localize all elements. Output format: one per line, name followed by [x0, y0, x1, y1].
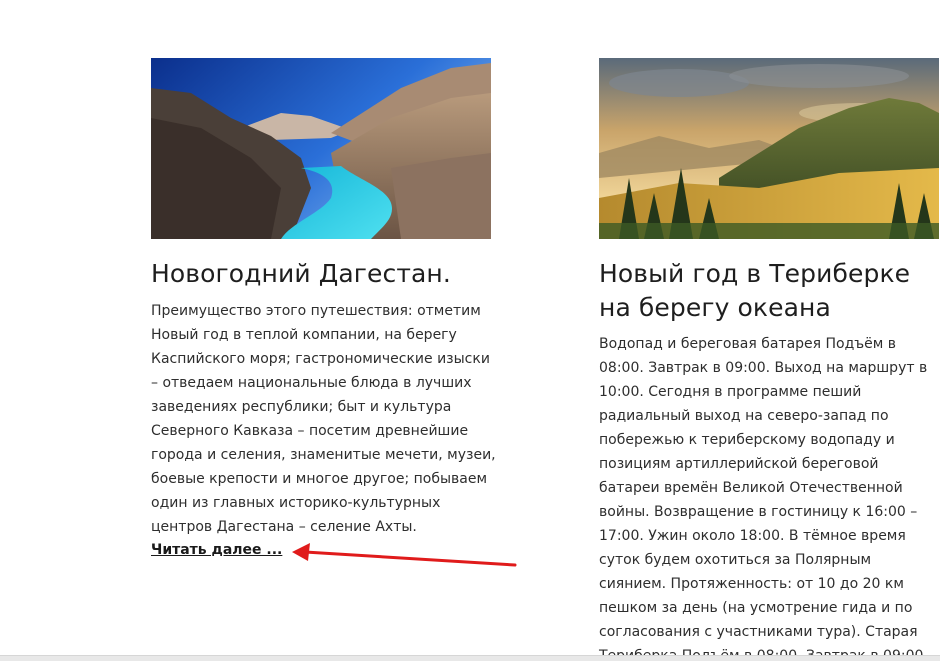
tour-title[interactable]: Новогодний Дагестан. — [151, 257, 491, 291]
tour-title[interactable]: Новый год в Териберке на берегу океана — [599, 257, 935, 325]
page: Новогодний Дагестан. Преимущество этого … — [0, 0, 940, 661]
teriberka-mountain-sunset-image[interactable] — [599, 58, 939, 239]
read-more-link[interactable]: Читать далее ... — [151, 542, 282, 558]
horizontal-scrollbar[interactable] — [0, 655, 940, 661]
tour-description: Преимущество этого путешествия: отметим … — [151, 303, 496, 535]
tour-description: Водопад и береговая батарея Подъём в 08:… — [599, 336, 928, 661]
tour-card-teriberka: Новый год в Териберке на берегу океана В… — [599, 58, 939, 661]
dagestan-canyon-image[interactable] — [151, 58, 491, 239]
tour-card-dagestan: Новогодний Дагестан. Преимущество этого … — [151, 58, 496, 558]
